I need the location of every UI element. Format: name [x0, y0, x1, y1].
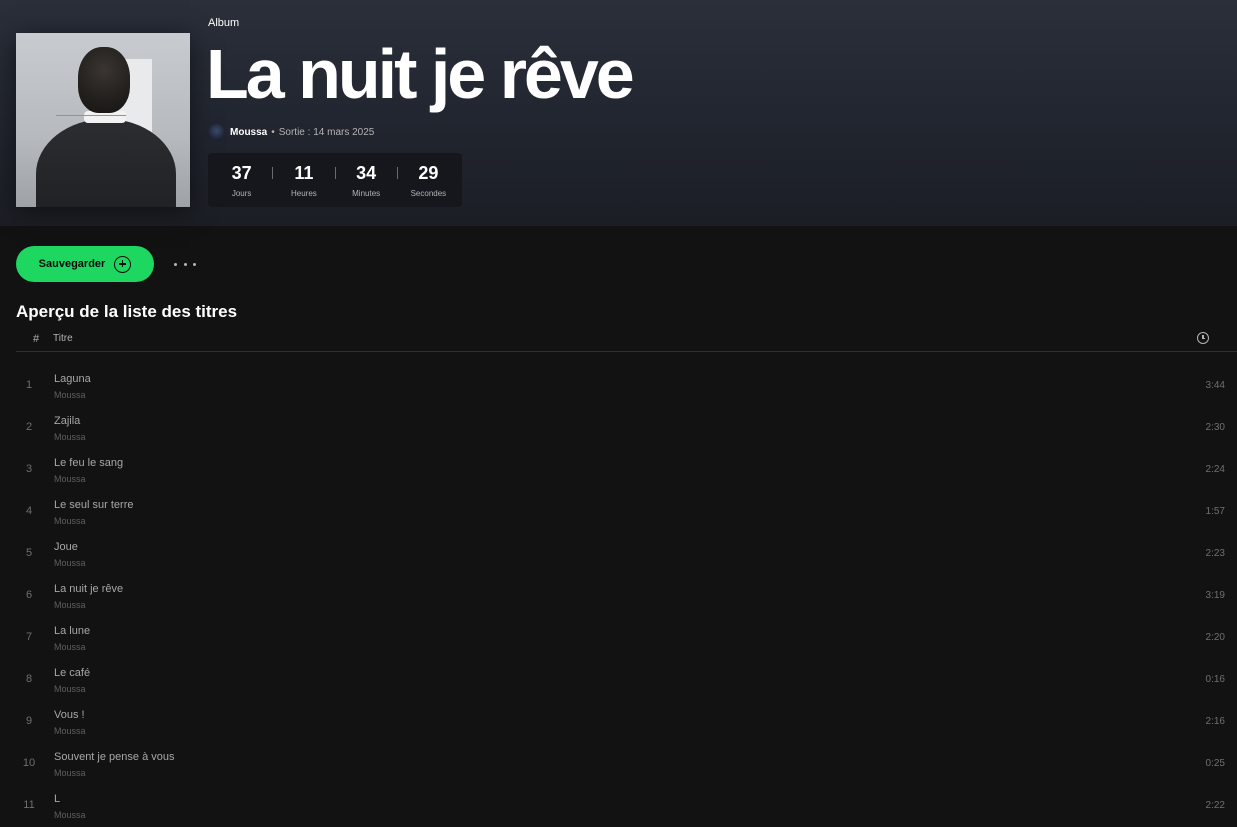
save-button[interactable]: Sauvegarder: [16, 246, 154, 282]
countdown-seconds: 29 Secondes: [398, 163, 459, 198]
track-duration: 2:23: [1205, 548, 1225, 559]
track-number: 8: [25, 673, 33, 685]
track-artist[interactable]: Moussa: [54, 684, 86, 694]
track-list: 1 Laguna Moussa 3:44 2 Zajila Moussa 2:30 3 Le fe…: [16, 365, 1237, 827]
track-title[interactable]: L: [54, 793, 60, 805]
countdown-seconds-label: Secondes: [410, 188, 447, 198]
track-number: 5: [25, 547, 33, 559]
track-row[interactable]: 8 Le café Moussa 0:16: [16, 659, 1237, 701]
album-title: La nuit je rêve: [206, 35, 635, 113]
track-title[interactable]: Souvent je pense à vous: [54, 751, 174, 763]
track-title[interactable]: Le seul sur terre: [54, 499, 133, 511]
more-options-icon: [183, 262, 187, 266]
more-options-button[interactable]: [174, 256, 196, 272]
add-circle-icon: [114, 255, 132, 273]
countdown-minutes: 34 Minutes: [336, 163, 397, 198]
track-row[interactable]: 10 Souvent je pense à vous Moussa 0:25: [16, 743, 1237, 785]
track-row[interactable]: 6 La nuit je rêve Moussa 3:19: [16, 575, 1237, 617]
track-duration: 2:22: [1205, 800, 1225, 811]
track-number: 4: [25, 505, 33, 517]
track-artist[interactable]: Moussa: [54, 768, 86, 778]
album-meta: Moussa • Sortie : 14 mars 2025: [208, 123, 374, 141]
countdown-hours: 11 Heures: [273, 163, 334, 198]
track-row[interactable]: 3 Le feu le sang Moussa 2:24: [16, 449, 1237, 491]
track-duration: 0:25: [1205, 758, 1225, 769]
track-duration: 2:30: [1205, 422, 1225, 433]
column-number-header: #: [33, 333, 40, 345]
save-button-label: Sauvegarder: [38, 258, 106, 270]
track-number: 2: [25, 421, 33, 433]
meta-separator: •: [271, 126, 275, 138]
track-number: 6: [25, 589, 33, 601]
countdown-seconds-value: 29: [418, 162, 439, 183]
cover-figure-body: [36, 119, 176, 207]
track-title[interactable]: Le café: [54, 667, 90, 679]
countdown-hours-value: 11: [294, 162, 314, 183]
track-row[interactable]: 9 Vous ! Moussa 2:16: [16, 701, 1237, 743]
more-options-icon: [174, 262, 177, 266]
countdown-days-value: 37: [231, 162, 252, 183]
track-number: 11: [23, 799, 35, 811]
track-number: 7: [25, 631, 33, 643]
track-artist[interactable]: Moussa: [54, 516, 86, 526]
track-artist[interactable]: Moussa: [54, 810, 86, 820]
track-duration: 2:16: [1205, 716, 1225, 727]
countdown-days: 37 Jours: [211, 163, 272, 198]
track-duration: 0:16: [1205, 674, 1225, 685]
track-duration: 2:24: [1205, 464, 1225, 475]
track-row[interactable]: 4 Le seul sur terre Moussa 1:57: [16, 491, 1237, 533]
track-title[interactable]: Zajila: [54, 415, 80, 427]
countdown-minutes-value: 34: [356, 162, 377, 183]
track-number: 3: [25, 463, 33, 475]
track-row[interactable]: 11 L Moussa 2:22: [16, 785, 1237, 827]
track-artist[interactable]: Moussa: [54, 474, 86, 484]
track-artist[interactable]: Moussa: [54, 390, 86, 400]
track-artist[interactable]: Moussa: [54, 558, 86, 568]
track-title[interactable]: La lune: [54, 625, 90, 637]
track-duration: 3:44: [1205, 380, 1225, 391]
track-title[interactable]: La nuit je rêve: [54, 583, 123, 595]
track-number: 1: [25, 379, 33, 391]
track-row[interactable]: 1 Laguna Moussa 3:44: [16, 365, 1237, 407]
tracklist-section-title: Aperçu de la liste des titres: [16, 302, 238, 321]
track-number: 10: [22, 757, 36, 769]
track-title[interactable]: Laguna: [54, 373, 91, 385]
countdown-minutes-label: Minutes: [352, 188, 381, 198]
countdown-days-label: Jours: [231, 188, 252, 198]
track-artist[interactable]: Moussa: [54, 600, 86, 610]
track-row[interactable]: 2 Zajila Moussa 2:30: [16, 407, 1237, 449]
more-options-icon: [193, 262, 196, 266]
track-artist[interactable]: Moussa: [54, 432, 86, 442]
track-title[interactable]: Joue: [54, 541, 78, 553]
track-number: 9: [25, 715, 33, 727]
album-header: Album La nuit je rêve Moussa • Sortie : …: [0, 0, 1237, 226]
track-artist[interactable]: Moussa: [54, 642, 86, 652]
cover-figure-head: [78, 47, 130, 113]
album-cover-image[interactable]: [16, 33, 190, 207]
track-row[interactable]: 5 Joue Moussa 2:23: [16, 533, 1237, 575]
artist-link[interactable]: Moussa: [230, 127, 267, 138]
track-row[interactable]: 7 La lune Moussa 2:20: [16, 617, 1237, 659]
track-title[interactable]: Le feu le sang: [54, 457, 123, 469]
tracklist-header: # Titre: [16, 330, 1237, 352]
countdown-hours-label: Heures: [290, 188, 317, 198]
artist-avatar[interactable]: [208, 123, 225, 141]
release-date: Sortie : 14 mars 2025: [278, 126, 375, 138]
clock-icon: [1197, 332, 1209, 344]
track-duration: 1:57: [1205, 506, 1225, 517]
track-duration: 2:20: [1205, 632, 1225, 643]
album-type-label: Album: [208, 17, 240, 29]
track-duration: 3:19: [1205, 590, 1225, 601]
track-artist[interactable]: Moussa: [54, 726, 86, 736]
column-title-header: Titre: [53, 333, 73, 344]
cover-line: [56, 115, 126, 116]
track-title[interactable]: Vous !: [54, 709, 85, 721]
release-countdown: 37 Jours 11 Heures 34 Minutes 29 Seconde…: [208, 153, 462, 207]
